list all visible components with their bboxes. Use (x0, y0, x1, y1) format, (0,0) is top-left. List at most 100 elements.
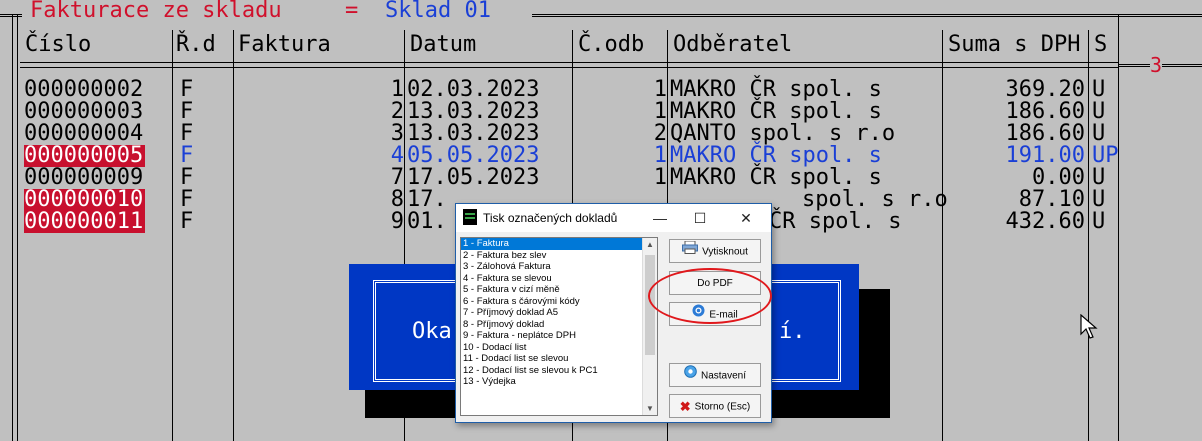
maximize-button[interactable]: ☐ (683, 204, 717, 232)
cell-suma: 0.00 (1032, 165, 1085, 190)
header-codb[interactable]: Č.odb (578, 34, 644, 56)
scroll-down-icon[interactable]: ▼ (643, 404, 657, 413)
cell-codb: 1 (653, 99, 667, 124)
overlay-text-right: í. (779, 319, 806, 344)
table-header: Číslo Ř.d Faktura Datum Č.odb Odběratel … (0, 30, 1202, 60)
cell-odberatel: QANTO spol. s r.o (670, 121, 896, 146)
minimize-button[interactable]: — (643, 204, 677, 232)
header-cislo[interactable]: Číslo (25, 34, 91, 56)
list-item[interactable]: 11 - Dodací list se slevou (461, 353, 657, 365)
list-item[interactable]: 4 - Faktura se slevou (461, 273, 657, 285)
cell-odberatel: MAKRO ČR spol. s (670, 143, 882, 168)
table-row[interactable]: 000000009 F 7 17.05.2023 1 MAKRO ČR spol. s 0.… (0, 167, 1202, 189)
cell-s: UP (1092, 143, 1119, 168)
list-item[interactable]: 6 - Faktura s čárovými kódy (461, 296, 657, 308)
cancel-label: Storno (Esc) (694, 401, 751, 413)
list-item[interactable]: 9 - Faktura - neplátce DPH (461, 330, 657, 342)
cell-cislo: 000000005 (24, 143, 146, 168)
cell-faktura: 3 (390, 121, 404, 146)
header-suma[interactable]: Suma s DPH (948, 34, 1080, 56)
printer-icon (682, 240, 699, 264)
close-button[interactable]: ✕ (729, 204, 763, 232)
window-title-left: Fakturace ze skladu (30, 0, 282, 23)
print-button[interactable]: Vytisknout (669, 239, 761, 263)
cell-faktura: 1 (390, 77, 404, 102)
cell-datum: 13.03.2023 (407, 121, 540, 146)
cell-s: U (1092, 187, 1106, 212)
list-items: 1 - Faktura 2 - Faktura bez slev 3 - Záloh… (461, 238, 657, 388)
cell-s: U (1092, 99, 1106, 124)
cancel-button[interactable]: ✖ Storno (Esc) (669, 394, 761, 418)
cell-odberatel: spol. s r.o (802, 187, 948, 212)
app-icon (463, 209, 477, 225)
cell-faktura: 9 (390, 209, 404, 234)
cell-rd: F (180, 209, 194, 234)
cell-s: U (1092, 209, 1106, 234)
cell-cislo: 000000003 (24, 99, 144, 124)
list-item[interactable]: 7 - Příjmový doklad A5 (461, 307, 657, 319)
document-type-list[interactable]: 1 - Faktura 2 - Faktura bez slev 3 - Záloh… (460, 237, 658, 416)
cell-codb: 1 (653, 143, 667, 168)
list-item[interactable]: 10 - Dodací list (461, 342, 657, 354)
cell-s: U (1092, 121, 1106, 146)
table-row[interactable]: 000000002 F 1 02.03.2023 1 MAKRO ČR spol. s 36… (0, 79, 1202, 101)
table-row[interactable]: 000000004 F 3 13.03.2023 2 QANTO spol. s r.o 1… (0, 123, 1202, 145)
list-item[interactable]: 5 - Faktura v cizí měně (461, 284, 657, 296)
settings-button[interactable]: Nastavení (669, 363, 761, 387)
cell-faktura: 2 (390, 99, 404, 124)
list-item[interactable]: 2 - Faktura bez slev (461, 250, 657, 262)
header-faktura[interactable]: Faktura (238, 34, 331, 56)
header-rd[interactable]: Ř.d (176, 34, 216, 56)
cell-odberatel: MAKRO ČR spol. s (670, 99, 882, 124)
cell-faktura: 7 (390, 165, 404, 190)
overlay-text-left: Oka (412, 319, 452, 344)
header-divider (20, 62, 1118, 68)
cell-codb: 2 (653, 121, 667, 146)
list-item[interactable]: 13 - Výdejka (461, 376, 657, 388)
cell-suma: 186.60 (1005, 121, 1085, 146)
list-item[interactable]: 12 - Dodací list se slevou k PC1 (461, 365, 657, 377)
cell-suma: 432.60 (1005, 209, 1085, 234)
cell-cislo: 000000011 (24, 209, 146, 234)
cell-suma: 186.60 (1005, 99, 1085, 124)
dialog-titlebar[interactable]: Tisk označených dokladů — ☐ ✕ (456, 204, 771, 232)
cell-odberatel: MAKRO ČR spol. s (670, 165, 882, 190)
cell-rd: F (180, 99, 194, 124)
table-row[interactable]: 000000005 F 4 05.05.2023 1 MAKRO ČR spol. s 19… (0, 145, 1202, 167)
cell-codb: 1 (653, 165, 667, 190)
header-odberatel[interactable]: Odběratel (673, 34, 792, 56)
window-title-separator: = (345, 0, 359, 23)
cell-faktura: 8 (390, 187, 404, 212)
cell-rd: F (180, 187, 194, 212)
window-title-right: Sklad 01 (385, 0, 491, 23)
cell-datum: 05.05.2023 (407, 143, 540, 168)
cell-cislo: 000000010 (24, 187, 146, 212)
print-label: Vytisknout (702, 246, 748, 258)
cell-rd: F (180, 77, 194, 102)
list-scrollbar[interactable]: ▲ ▼ (642, 238, 657, 415)
settings-label: Nastavení (700, 370, 747, 382)
cell-rd: F (180, 165, 194, 190)
cell-datum: 17.05.2023 (407, 165, 540, 190)
table-row[interactable]: 000000003 F 2 13.03.2023 1 MAKRO ČR spol. s 18… (0, 101, 1202, 123)
cell-rd: F (180, 121, 194, 146)
cell-cislo: 000000004 (24, 121, 144, 146)
header-datum[interactable]: Datum (410, 34, 476, 56)
list-item[interactable]: 3 - Zálohová Faktura (461, 261, 657, 273)
settings-icon (684, 364, 697, 388)
header-s[interactable]: S (1094, 34, 1107, 56)
cell-suma: 191.00 (1005, 143, 1085, 168)
list-item[interactable]: 1 - Faktura (461, 238, 657, 250)
highlight-ellipse (648, 268, 772, 324)
cell-cislo: 000000009 (24, 165, 144, 190)
cell-odberatel: ČR spol. s (769, 209, 902, 234)
cell-suma: 87.10 (1018, 187, 1085, 212)
cell-odberatel: MAKRO ČR spol. s (670, 77, 882, 102)
dialog-title: Tisk označených dokladů (483, 211, 618, 225)
scroll-up-icon[interactable]: ▲ (643, 240, 657, 249)
cancel-x-icon: ✖ (679, 399, 691, 414)
mouse-pointer-icon (1080, 314, 1098, 339)
cell-datum: 13.03.2023 (407, 99, 540, 124)
cell-s: U (1092, 165, 1106, 190)
list-item[interactable]: 8 - Příjmový doklad (461, 319, 657, 331)
